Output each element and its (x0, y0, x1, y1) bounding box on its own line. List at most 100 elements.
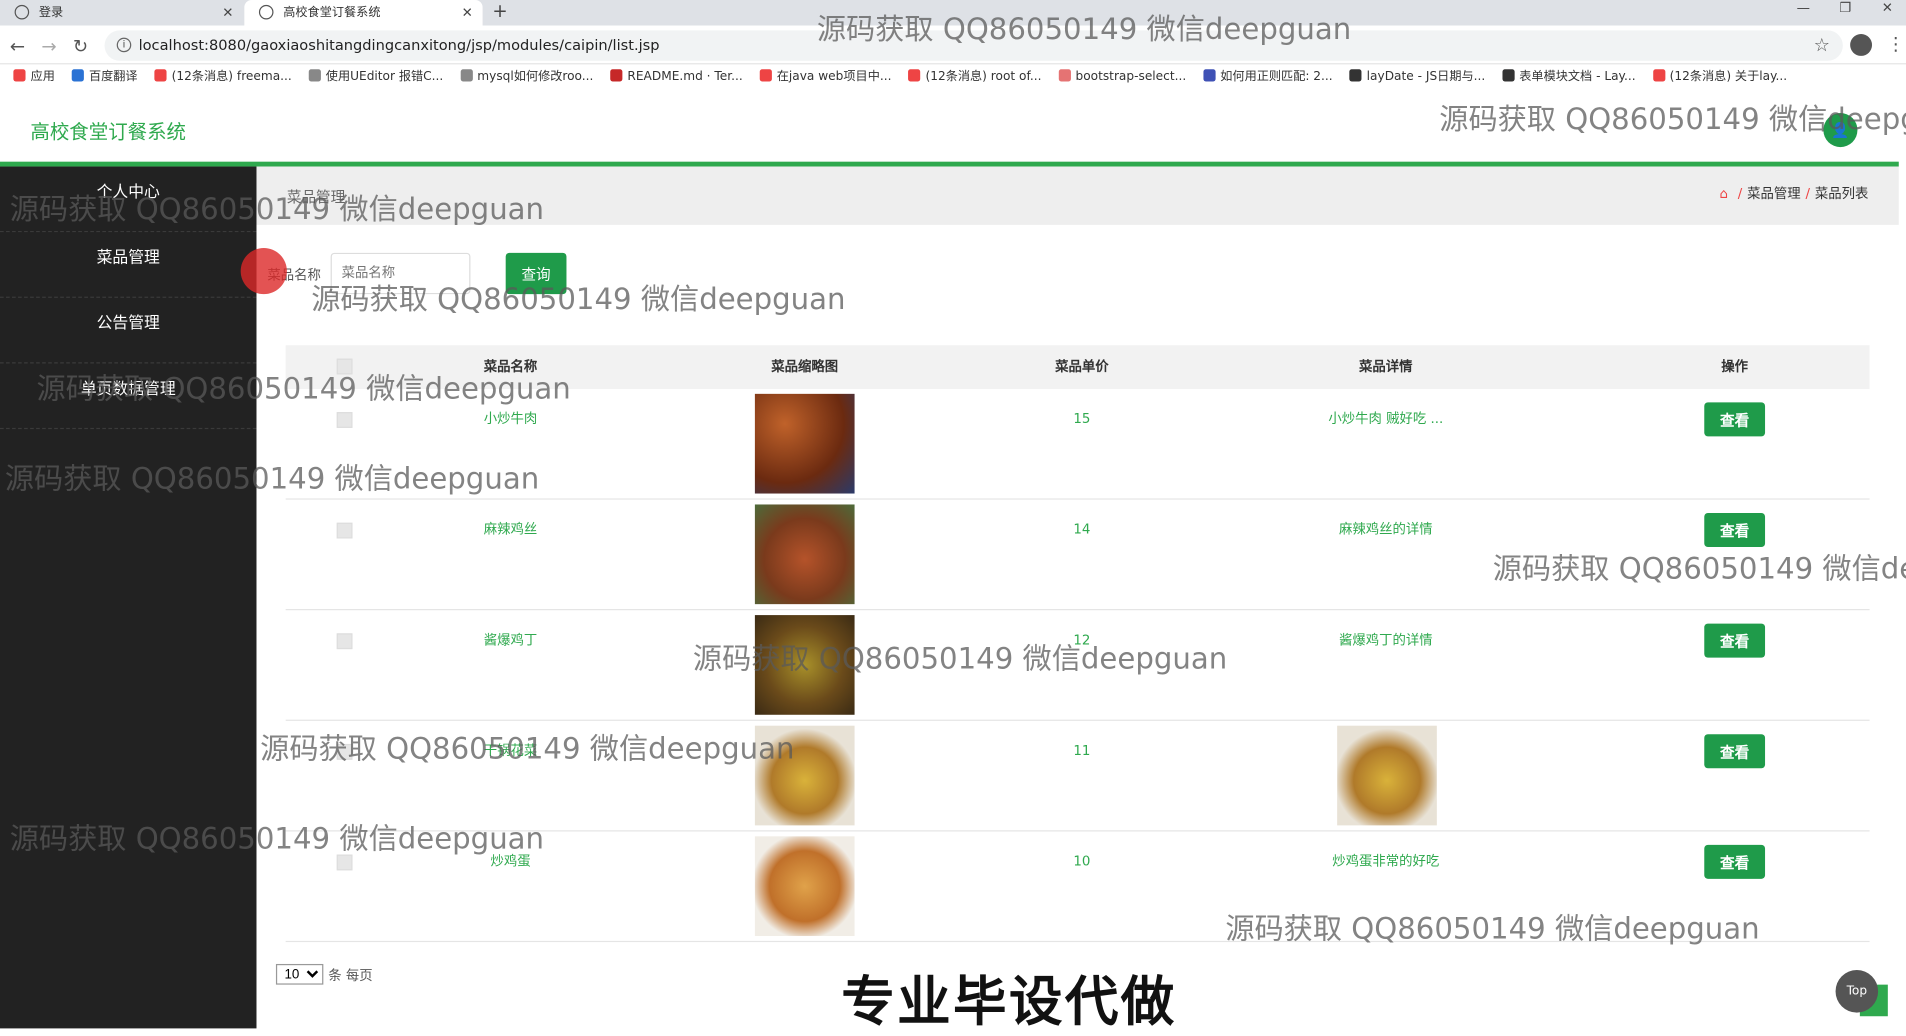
dish-name[interactable]: 小炒牛肉 (432, 389, 590, 450)
column-header: 菜品名称 (483, 358, 538, 375)
sidebar-item-page-data-management[interactable]: 单页数据管理 (0, 363, 257, 430)
breadcrumb: ⌂ / 菜品管理 / 菜品列表 (1719, 185, 1869, 202)
row-checkbox[interactable] (336, 854, 353, 871)
dish-thumbnail (754, 504, 855, 605)
dish-name[interactable]: 炒鸡蛋 (432, 831, 590, 892)
dish-detail: 酱爆鸡丁的详情 (1338, 632, 1433, 648)
browser-tab-active[interactable]: 高校食堂订餐系统 ✕ (244, 0, 483, 26)
promo-banner: 专业毕设代做 (841, 971, 1177, 1034)
minimize-icon[interactable]: — (1797, 0, 1810, 17)
dish-name[interactable]: 酱爆鸡丁 (432, 610, 590, 671)
bookmark-icon (1652, 69, 1665, 82)
sidebar-item-notice-management[interactable]: 公告管理 (0, 298, 257, 364)
bookmark-label: (12条消息) freema... (171, 70, 292, 84)
bookmark-label: 如何用正则匹配: 2... (1220, 70, 1333, 84)
table-header: 菜品名称 菜品缩略图 菜品单价 菜品详情 操作 (285, 345, 1870, 389)
breadcrumb-bar: 菜品管理 ⌂ / 菜品管理 / 菜品列表 (256, 166, 1899, 225)
bookmark-item[interactable]: 百度翻译 (71, 64, 138, 91)
bookmark-icon (154, 69, 167, 82)
page-title: 菜品管理 (286, 188, 346, 206)
dish-price: 15 (1073, 410, 1091, 427)
app-title: 高校食堂订餐系统 (30, 120, 187, 144)
bookmark-item[interactable]: mysql如何修改roo... (460, 64, 593, 91)
bookmark-item[interactable]: bootstrap-select... (1058, 64, 1186, 91)
info-icon[interactable]: i (116, 37, 132, 53)
dish-price: 14 (1073, 521, 1091, 538)
page-size-select[interactable]: 10 (275, 963, 324, 985)
dish-detail: 炒鸡蛋非常的好吃 (1332, 853, 1440, 870)
bookmark-icon (610, 69, 623, 82)
bookmark-item[interactable]: 表单模块文档 - Lay... (1502, 64, 1636, 91)
close-icon[interactable]: ✕ (462, 0, 473, 26)
breadcrumb-item: 菜品列表 (1814, 185, 1869, 202)
sidebar-item-personal-center[interactable]: 个人中心 (0, 167, 257, 233)
bookmark-item[interactable]: 使用UEditor 报错C... (308, 64, 444, 91)
view-button[interactable]: 查看 (1704, 402, 1766, 437)
search-button[interactable]: 查询 (505, 252, 567, 295)
bookmark-star-icon[interactable]: ☆ (1814, 34, 1830, 56)
dish-name[interactable]: 麻辣鸡丝 (432, 500, 590, 561)
dish-thumbnail (754, 615, 855, 715)
menu-icon[interactable]: ⋮ (1887, 33, 1905, 55)
dish-detail-image (1337, 725, 1437, 826)
row-checkbox[interactable] (336, 743, 353, 760)
row-checkbox[interactable] (336, 633, 353, 650)
bookmark-icon (1058, 69, 1071, 82)
forward-icon[interactable]: → (41, 35, 56, 57)
column-header: 菜品详情 (1359, 358, 1413, 375)
page-size-label: 条 每页 (328, 967, 373, 984)
dish-price: 10 (1073, 853, 1091, 870)
breadcrumb-item[interactable]: 菜品管理 (1747, 186, 1800, 202)
dish-thumbnail (754, 836, 855, 937)
dish-detail: 小炒牛肉 贼好吃 ... (1328, 410, 1444, 427)
dish-detail: 麻辣鸡丝的详情 (1338, 521, 1433, 538)
bookmark-label: README.md · Ter... (627, 70, 743, 84)
bookmark-label: layDate - JS日期与... (1366, 70, 1486, 84)
new-tab-button[interactable]: + (492, 0, 507, 23)
user-icon[interactable]: 👤 (1823, 113, 1858, 148)
view-button[interactable]: 查看 (1704, 623, 1766, 658)
close-icon[interactable]: ✕ (222, 0, 233, 26)
bookmark-label: 百度翻译 (88, 70, 138, 84)
row-checkbox[interactable] (336, 412, 353, 428)
tab-title: 登录 (38, 6, 64, 20)
row-checkbox[interactable] (336, 522, 353, 539)
url-text: localhost:8080/gaoxiaoshitangdingcanxito… (138, 36, 660, 54)
reload-icon[interactable]: ↻ (73, 35, 88, 57)
table-row: 干锅花菜 11 查看 (285, 721, 1870, 832)
table-row: 酱爆鸡丁 12 酱爆鸡丁的详情 查看 (285, 610, 1870, 721)
browser-tab-bar: 登录 ✕ 高校食堂订餐系统 ✕ + — ❐ ✕ (0, 0, 1906, 26)
back-icon[interactable]: ← (10, 35, 25, 57)
bookmark-item[interactable]: 应用 (13, 64, 55, 91)
back-to-top-button[interactable]: Top (1835, 970, 1879, 1013)
select-all-checkbox[interactable] (336, 358, 353, 375)
dish-price: 11 (1073, 742, 1091, 759)
bookmark-item[interactable]: (12条消息) 关于lay... (1652, 64, 1787, 91)
bookmark-label: 表单模块文档 - Lay... (1519, 70, 1636, 84)
view-button[interactable]: 查看 (1704, 512, 1766, 548)
browser-tab-login[interactable]: 登录 ✕ (0, 0, 243, 26)
dish-name[interactable]: 干锅花菜 (432, 721, 590, 782)
bookmark-item[interactable]: layDate - JS日期与... (1349, 64, 1486, 91)
bookmark-label: 使用UEditor 报错C... (325, 70, 444, 84)
restore-icon[interactable]: ❐ (1839, 0, 1851, 17)
bookmark-item[interactable]: (12条消息) freema... (154, 64, 292, 91)
view-button[interactable]: 查看 (1704, 734, 1766, 769)
profile-icon[interactable] (1850, 34, 1873, 56)
column-header: 菜品单价 (1055, 358, 1109, 375)
bookmark-icon (71, 69, 85, 82)
sidebar-item-dish-management[interactable]: 菜品管理 (0, 232, 257, 298)
home-icon[interactable]: ⌂ (1720, 186, 1728, 202)
bookmark-icon (1502, 69, 1515, 82)
app-header: 高校食堂订餐系统 👤 (0, 91, 1906, 162)
bookmark-item[interactable]: README.md · Ter... (610, 64, 743, 91)
view-button[interactable]: 查看 (1704, 844, 1766, 879)
url-field[interactable]: i localhost:8080/gaoxiaoshitangdingcanxi… (104, 30, 1843, 61)
window-close-icon[interactable]: ✕ (1882, 0, 1893, 17)
bookmark-item[interactable]: (12条消息) root of... (908, 64, 1041, 91)
bookmarks-bar: 应用 百度翻译 (12条消息) freema... 使用UEditor 报错C... m… (0, 64, 1906, 92)
dish-name-search-input[interactable] (330, 252, 471, 295)
bookmark-item[interactable]: 在java web项目中... (759, 64, 891, 91)
bookmark-item[interactable]: 如何用正则匹配: 2... (1203, 64, 1333, 91)
bookmark-label: bootstrap-select... (1075, 70, 1187, 84)
